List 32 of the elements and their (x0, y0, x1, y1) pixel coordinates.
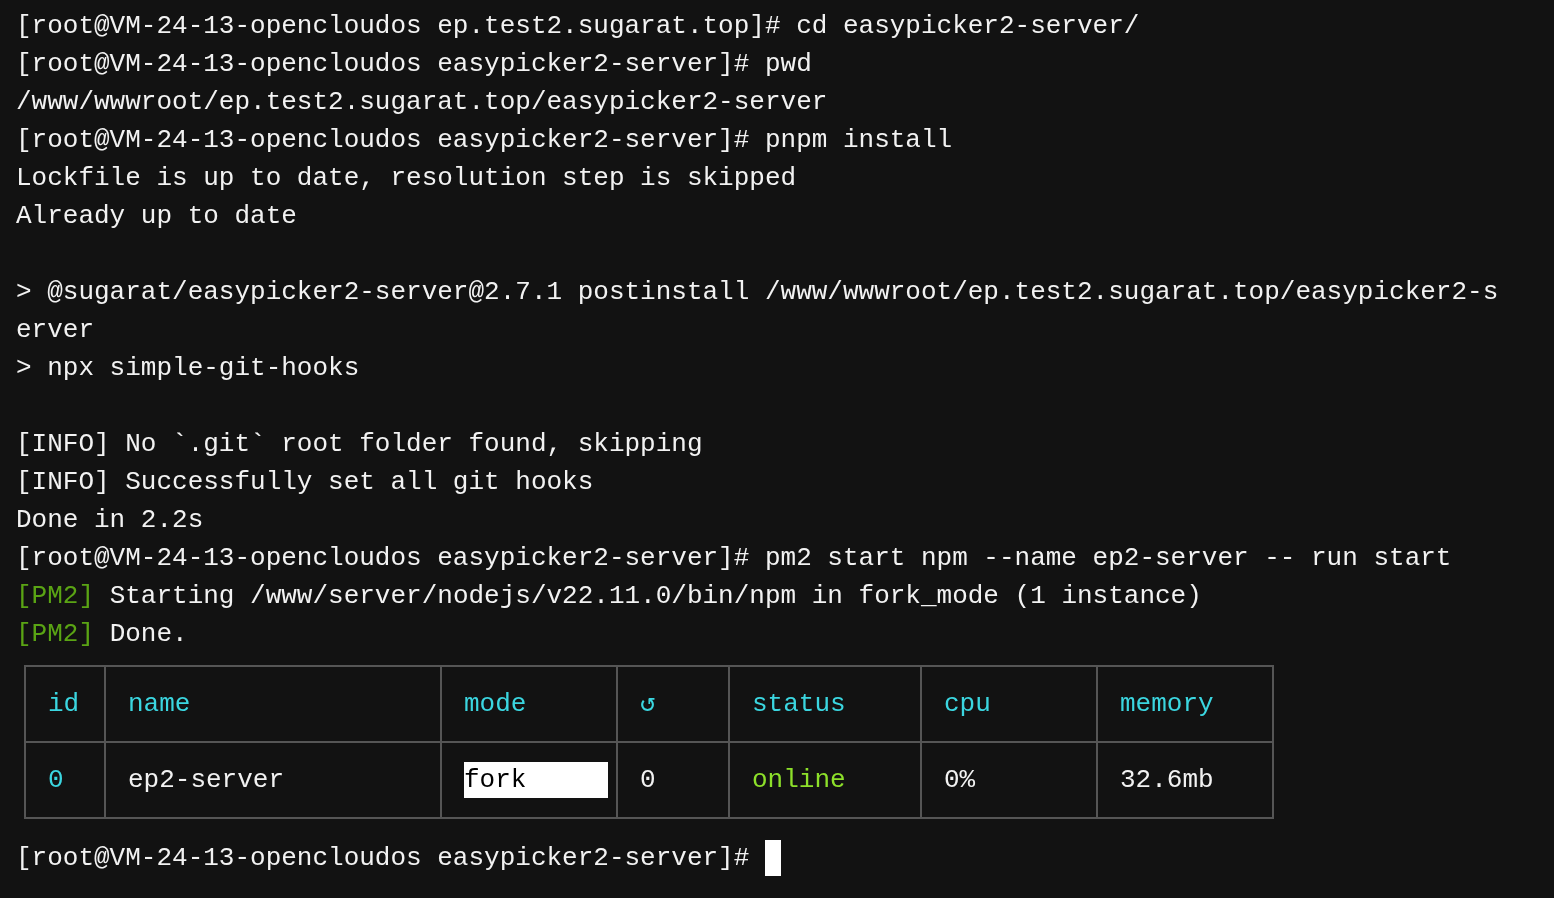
terminal-line: Starting /www/server/nodejs/v22.11.0/bin/npm in fork_mode (1 instance) (109, 581, 1202, 611)
table-cell: 0% (944, 764, 976, 795)
column-header: mode (441, 666, 617, 742)
column-header: ↺ (617, 666, 729, 742)
table-cell: 0 (640, 764, 656, 795)
status-text: online (752, 764, 846, 795)
terminal-line: [root@VM-24-13-opencloudos easypicker2-server]# pwd (16, 48, 813, 81)
terminal-line: [root@VM-24-13-opencloudos ep.test2.sugarat.top]# cd easypicker2-server/ (16, 10, 1141, 43)
terminal-line: [root@VM-24-13-opencloudos easypicker2-server]# pnpm install (16, 124, 954, 157)
table-cell: 32.6mb (1120, 764, 1214, 795)
terminal-line: Done. (109, 619, 188, 649)
terminal-line: > @sugarat/easypicker2-server@2.7.1 postinstall /www/wwwroot/ep.test2.sugarat.top/easypicker2-s (16, 276, 1500, 309)
column-header: status (729, 666, 921, 742)
column-header: cpu (921, 666, 1097, 742)
terminal-line: [INFO] No `.git` root folder found, skipping (16, 428, 704, 461)
highlighted-cell: fork (464, 761, 608, 798)
terminal-line: Done in 2.2s (16, 504, 205, 537)
log-tag: [PM2] (16, 581, 94, 611)
column-header: memory (1097, 666, 1273, 742)
table-cell: 0 (48, 764, 64, 795)
terminal-line: [INFO] Successfully set all git hooks (16, 466, 595, 499)
log-tag: [PM2] (16, 619, 94, 649)
terminal-line: Lockfile is up to date, resolution step is skipped (16, 162, 798, 195)
table-cell: ep2-server (128, 764, 285, 795)
terminal-line: /www/wwwroot/ep.test2.sugarat.top/easypicker2-server (16, 86, 829, 119)
terminal-line: [root@VM-24-13-opencloudos easypicker2-server]# pm2 start npm --name ep2-server -- run start (16, 542, 1453, 575)
column-header: id (25, 666, 105, 742)
terminal-line: Already up to date (16, 200, 298, 233)
prompt-text: [root@VM-24-13-opencloudos easypicker2-server]# (16, 842, 750, 875)
terminal-line: erver (16, 314, 95, 347)
terminal-line: > npx simple-git-hooks (16, 352, 361, 385)
column-header: name (105, 666, 441, 742)
